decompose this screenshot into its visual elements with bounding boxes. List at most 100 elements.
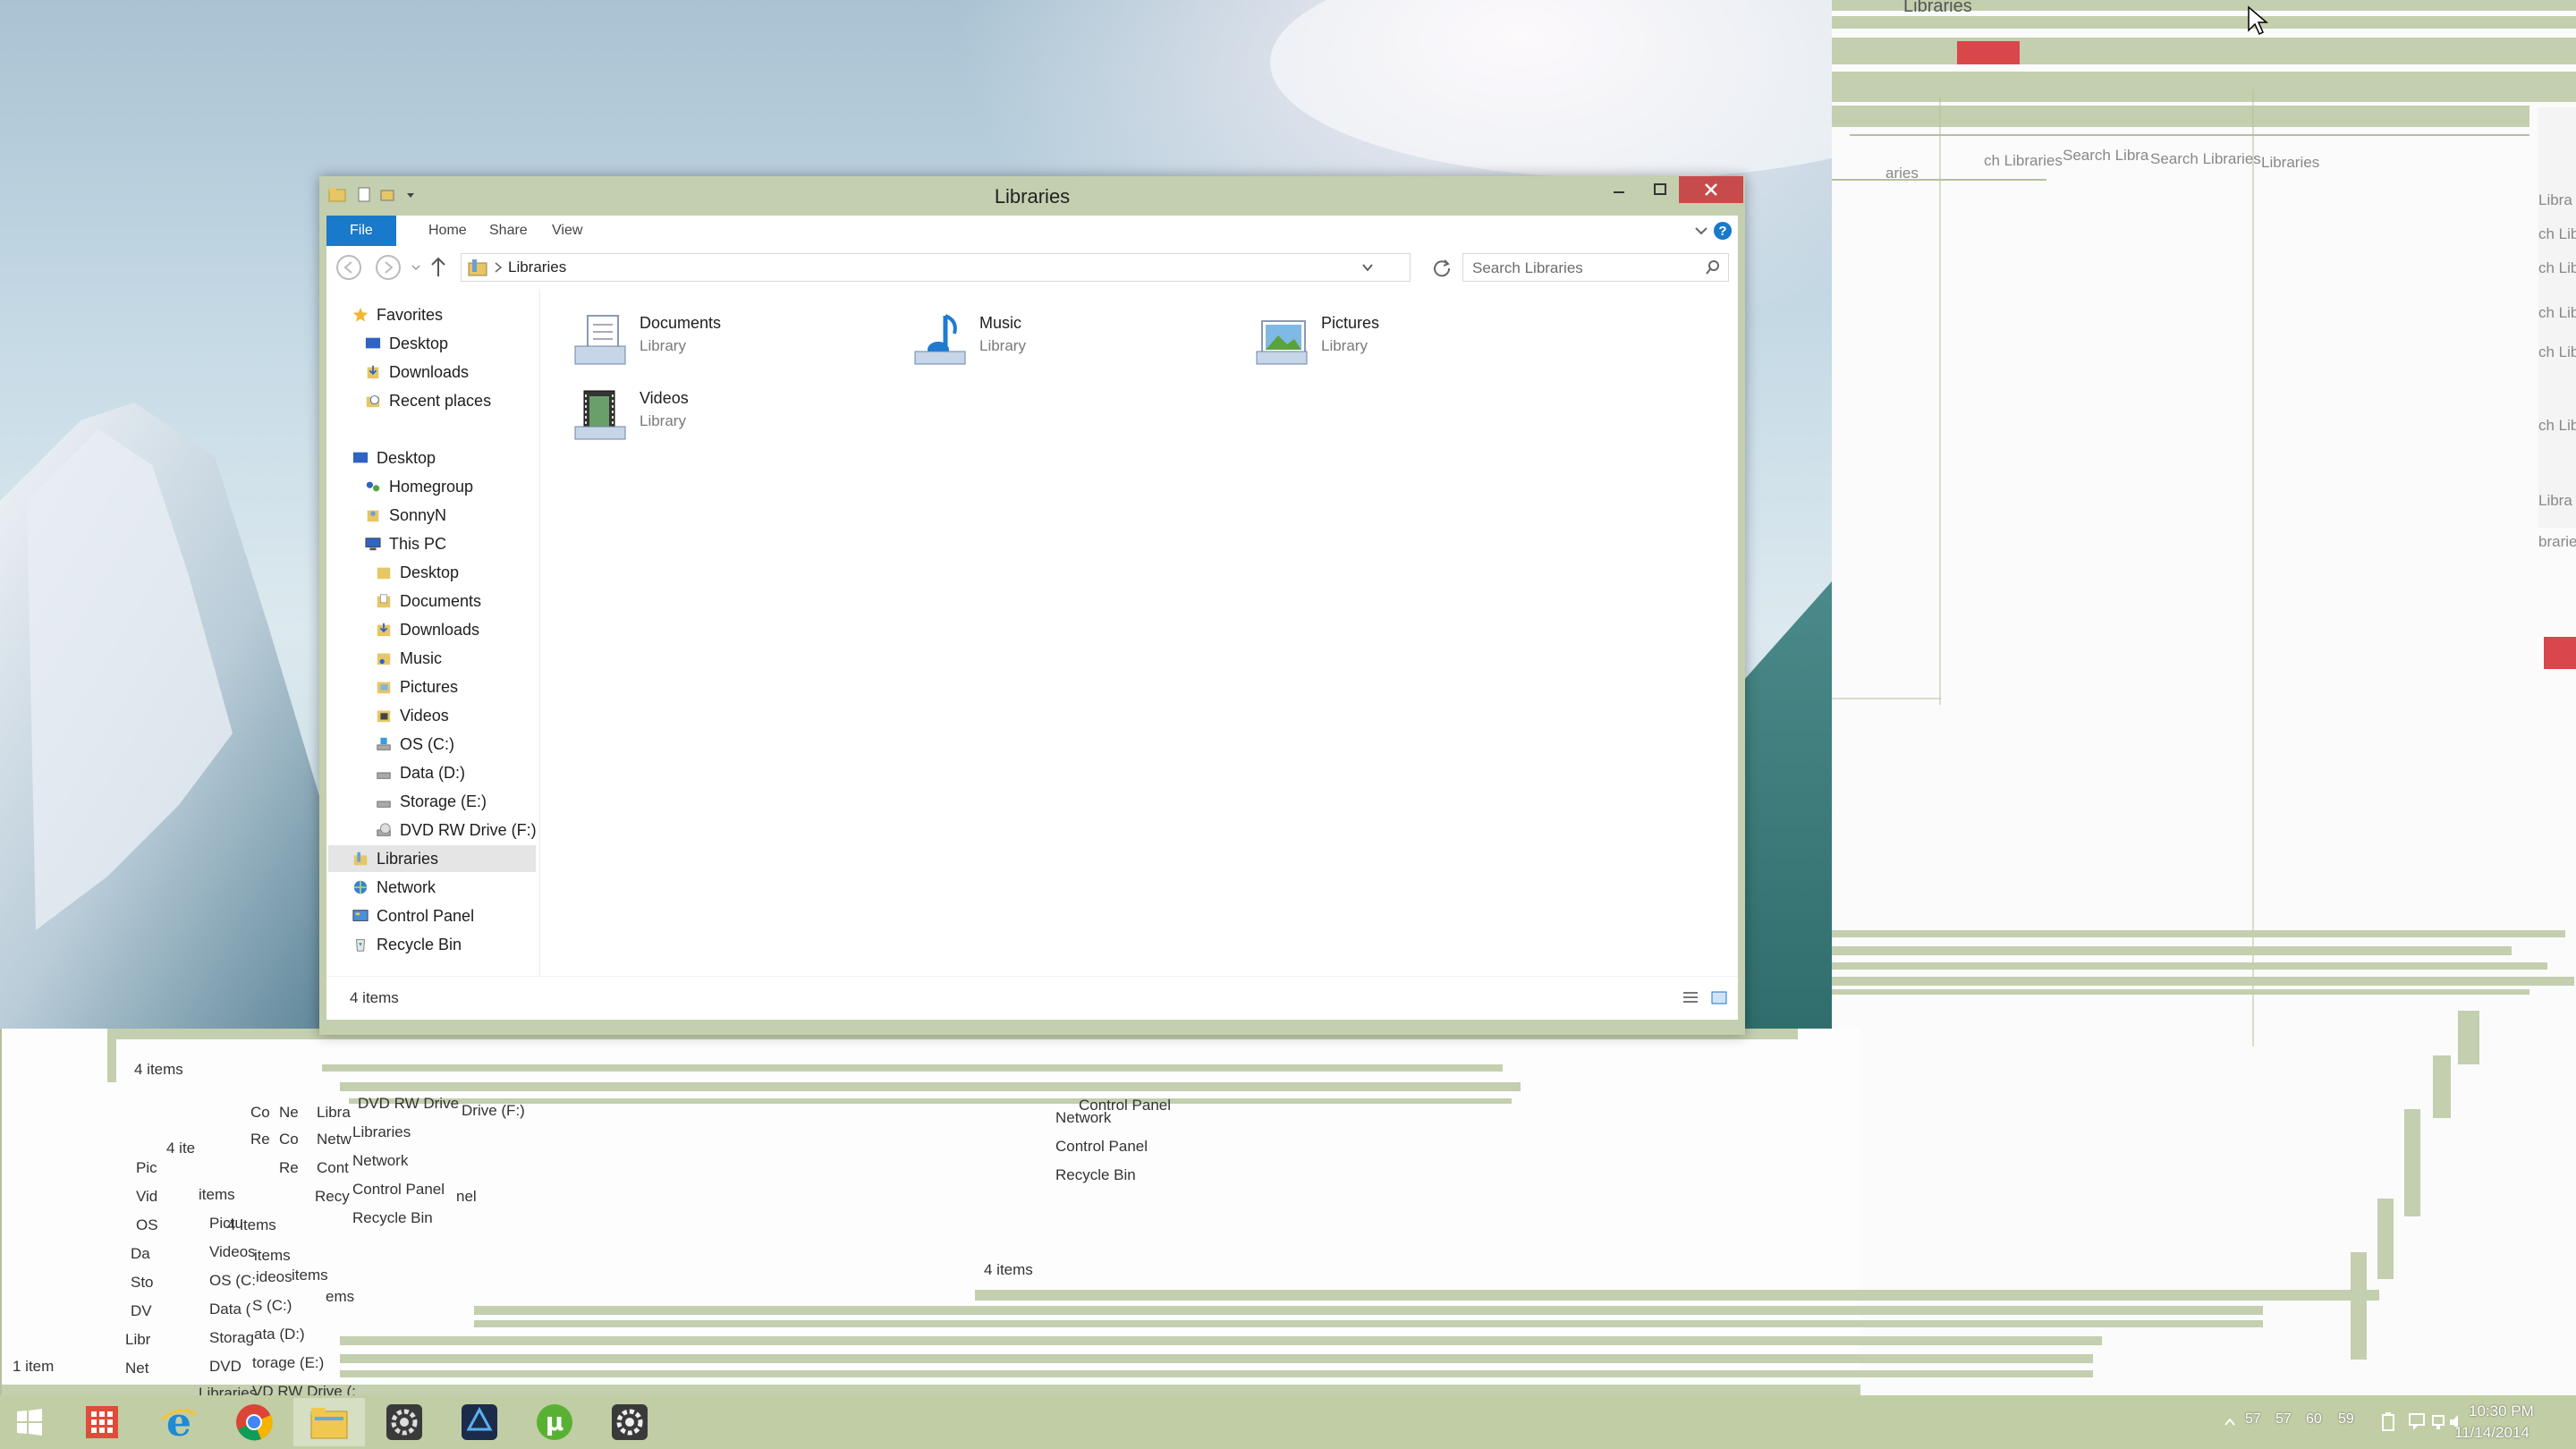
tab-home[interactable]: Home	[416, 216, 479, 246]
taskbar-gear-app-2[interactable]	[594, 1398, 665, 1446]
status-bar: 4 items	[326, 976, 1738, 1020]
downloads-icon	[377, 623, 391, 637]
nav-favorites-desktop[interactable]: Desktop	[364, 330, 448, 357]
tray-value-1[interactable]: 57	[2245, 1411, 2261, 1428]
search-icon[interactable]	[1705, 259, 1721, 275]
desktop-icon	[352, 452, 369, 463]
nav-pc-downloads[interactable]: Downloads	[375, 616, 479, 643]
clock-date[interactable]: 11/14/2014	[2454, 1424, 2529, 1442]
forward-icon[interactable]	[375, 254, 402, 281]
nav-libraries[interactable]: Libraries	[352, 845, 438, 872]
start-button[interactable]	[0, 1398, 59, 1446]
nav-drive-d[interactable]: Data (D:)	[375, 759, 465, 786]
tray-value-2[interactable]: 57	[2275, 1411, 2292, 1428]
window-ghost-trail-right: Libraries aries ch Libraries Search Libr…	[1832, 0, 2576, 1395]
nav-drive-f[interactable]: DVD RW Drive (F:)	[375, 817, 537, 843]
start-icon	[17, 1409, 42, 1436]
hard-drive-icon	[377, 772, 391, 779]
address-dropdown-icon[interactable]	[1361, 262, 1374, 273]
desktop-icon	[365, 337, 381, 349]
content-area: Favorites Desktop Downloads Recent place…	[326, 289, 1738, 976]
windows-drive-icon	[377, 737, 391, 750]
svg-text:?: ?	[1718, 224, 1726, 239]
large-icons-view-icon[interactable]	[1709, 989, 1729, 1007]
nav-drive-e[interactable]: Storage (E:)	[375, 788, 487, 815]
breadcrumb-libraries[interactable]: Libraries	[508, 258, 566, 276]
downloads-icon	[367, 365, 379, 379]
taskbar-blender[interactable]	[444, 1398, 515, 1446]
nav-network[interactable]: Network	[352, 874, 436, 901]
pictures-icon	[377, 682, 391, 694]
nav-this-pc[interactable]: This PC	[364, 530, 446, 557]
clock-time[interactable]: 10:30 PM	[2469, 1402, 2534, 1420]
nav-pc-pictures[interactable]: Pictures	[375, 674, 458, 700]
chrome-icon	[236, 1404, 273, 1441]
recent-locations-icon[interactable]	[411, 262, 421, 273]
taskbar-internet-explorer[interactable]: e	[143, 1398, 215, 1446]
back-icon[interactable]	[335, 254, 362, 281]
user-folder-icon	[367, 510, 379, 522]
refresh-icon[interactable]	[1432, 258, 1452, 277]
nav-user[interactable]: SonnyN	[364, 502, 446, 529]
nav-favorites-downloads[interactable]: Downloads	[364, 359, 469, 386]
action-center-icon[interactable]	[2408, 1412, 2428, 1432]
minimize-button[interactable]	[1598, 176, 1640, 203]
library-music[interactable]: Music Library	[906, 307, 1228, 378]
taskbar: e µ 57 57 60 59 10:30 PM 11/14/2014	[0, 1395, 2576, 1449]
folder-icon	[377, 567, 391, 580]
expand-ribbon-icon[interactable]	[1693, 223, 1709, 239]
nav-pc-videos[interactable]: Videos	[375, 702, 449, 729]
maximize-button[interactable]	[1640, 176, 1681, 203]
computer-icon	[365, 538, 381, 551]
mouse-cursor-icon	[2248, 5, 2269, 36]
battery-icon[interactable]	[2379, 1412, 2397, 1432]
library-pictures[interactable]: Pictures Library	[1248, 307, 1570, 378]
nav-homegroup[interactable]: Homegroup	[364, 473, 473, 500]
breadcrumb-chevron-icon[interactable]	[494, 262, 503, 273]
library-documents[interactable]: Documents Library	[566, 307, 888, 378]
music-icon	[377, 653, 391, 665]
tray-value-3[interactable]: 60	[2306, 1411, 2322, 1428]
file-explorer-icon	[310, 1408, 348, 1439]
nav-control-panel[interactable]: Control Panel	[352, 902, 474, 929]
gear-app-icon	[386, 1404, 422, 1440]
taskbar-gear-app[interactable]	[369, 1398, 440, 1446]
music-library-icon	[914, 314, 966, 365]
pictures-library-icon	[1256, 320, 1308, 365]
utorrent-icon: µ	[537, 1404, 572, 1440]
search-box[interactable]: Search Libraries	[1462, 253, 1729, 282]
control-panel-icon	[352, 910, 369, 921]
nav-favorites[interactable]: Favorites	[352, 301, 443, 328]
taskbar-chrome[interactable]	[218, 1398, 290, 1446]
taskbar-utorrent[interactable]: µ	[519, 1398, 590, 1446]
nav-recent-places[interactable]: Recent places	[364, 387, 491, 414]
title-bar[interactable]: Libraries	[319, 176, 1745, 216]
ribbon-tabs: File Home Share View ?	[326, 216, 1738, 247]
apps-icon	[86, 1406, 118, 1438]
documents-icon	[377, 594, 391, 608]
tab-file[interactable]: File	[326, 216, 396, 246]
nav-desktop[interactable]: Desktop	[352, 445, 436, 471]
up-icon[interactable]	[428, 256, 448, 279]
nav-drive-c[interactable]: OS (C:)	[375, 731, 454, 758]
svg-text:µ: µ	[546, 1407, 564, 1436]
tray-value-4[interactable]: 59	[2338, 1411, 2354, 1428]
taskbar-apps[interactable]	[66, 1398, 138, 1446]
taskbar-file-explorer[interactable]	[293, 1398, 365, 1446]
ghost-close-button	[1957, 41, 2020, 64]
address-bar[interactable]: Libraries	[461, 253, 1411, 282]
close-button[interactable]	[1679, 176, 1743, 203]
nav-pc-music[interactable]: Music	[375, 645, 442, 672]
nav-pc-documents[interactable]: Documents	[375, 588, 481, 614]
details-view-icon[interactable]	[1681, 989, 1700, 1007]
hard-drive-icon	[377, 801, 391, 808]
library-videos[interactable]: Videos Library	[566, 382, 888, 453]
help-icon[interactable]: ?	[1713, 221, 1733, 241]
tab-share[interactable]: Share	[477, 216, 540, 246]
navigation-pane: Favorites Desktop Downloads Recent place…	[326, 289, 540, 976]
internet-explorer-icon: e	[161, 1402, 197, 1443]
nav-recycle-bin[interactable]: Recycle Bin	[352, 931, 462, 958]
tab-view[interactable]: View	[539, 216, 595, 246]
nav-pc-desktop[interactable]: Desktop	[375, 559, 459, 586]
show-hidden-icons-icon[interactable]	[2224, 1417, 2236, 1428]
